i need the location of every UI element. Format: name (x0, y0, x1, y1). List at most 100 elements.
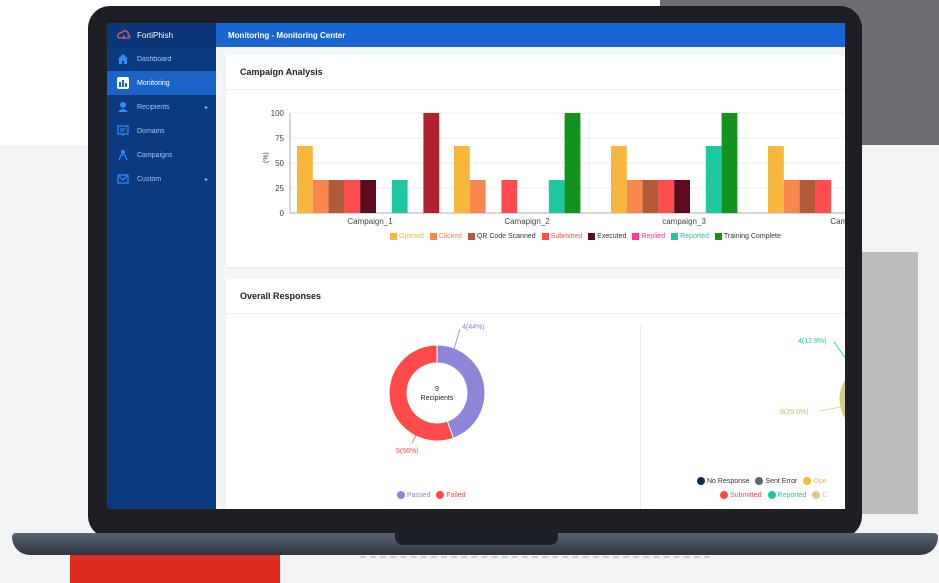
bar-qr-code-scanned-0 (328, 180, 345, 213)
x-tick-label: Campaign_1 (347, 217, 393, 226)
legend-item[interactable]: Executed (588, 233, 626, 240)
legend-item[interactable]: Training Complete (714, 233, 781, 240)
right-donut-legend-row1: No Response Sent Error Ope (697, 477, 827, 485)
sidebar-nav: Dashboard Monitoring Recipients ▸ Domains Cam… (107, 47, 216, 191)
y-tick-label: 100 (271, 109, 285, 118)
y-tick-label: 0 (280, 209, 285, 218)
bar-submitted-2 (658, 180, 675, 213)
legend-label: Ope (813, 477, 827, 485)
bar-reported-1 (548, 180, 565, 213)
bar-qr-code-scanned-2 (642, 180, 659, 213)
cloud-logo-icon (117, 30, 131, 39)
legend-dot (767, 491, 776, 499)
campaign-analysis-card: Campaign Analysis 0 25 50 75 100 (%) Campaign_… (226, 55, 845, 267)
bar-chart-icon (117, 77, 129, 89)
sidebar-item-custom[interactable]: Custom ▸ (107, 167, 216, 191)
label-leader-line (411, 434, 417, 444)
bar-clicked-1 (469, 180, 486, 213)
legend-dot (812, 491, 821, 499)
legend-label: No Response (707, 477, 750, 485)
x-tick-label: campaign_3 (662, 217, 706, 226)
bar-opened-2 (611, 146, 627, 213)
legend-item[interactable]: Submitted (720, 491, 762, 499)
label-leader-line (833, 341, 845, 359)
laptop-screen: FortiPhish Dashboard Monitoring Recipients… (107, 23, 845, 509)
bar-training-complete-2 (721, 113, 738, 213)
slice-label-c: 9(29.0%) (780, 409, 808, 416)
legend-label: Reported (680, 233, 709, 240)
campaign-icon (117, 149, 129, 161)
legend-item[interactable]: No Response (697, 477, 749, 485)
legend-item[interactable]: Reported (767, 491, 806, 499)
sidebar-item-label: Custom (137, 175, 162, 183)
legend-swatch (588, 233, 596, 240)
right-donut-legend-row2: Submitted Reported C (720, 491, 827, 499)
bar-submitted-0 (344, 180, 361, 213)
sidebar-item-label: Monitoring (137, 79, 170, 87)
bar-submitted-3 (815, 180, 832, 213)
bar-reported-0 (391, 180, 408, 213)
sidebar-item-domains[interactable]: Domains (107, 119, 216, 143)
legend-dot (720, 491, 728, 499)
legend-swatch (671, 233, 679, 240)
legend-label: Submitted (550, 233, 583, 240)
legend-item[interactable]: Sent Error (755, 477, 797, 485)
y-axis-label: (%) (263, 152, 270, 163)
legend-item[interactable]: Clicked (429, 233, 462, 240)
legend-label: Submitted (730, 491, 762, 499)
main-content: Campaign Analysis 0 25 50 75 100 (%) Campaign_… (216, 47, 845, 509)
sidebar-item-monitoring[interactable]: Monitoring (107, 71, 216, 95)
legend-label: Opened (399, 233, 424, 240)
page-breadcrumb: Monitoring - Monitoring Center (216, 23, 845, 47)
sidebar-item-label: Campaigns (137, 151, 173, 159)
overall-responses-card: Overall Responses 9 Recipients 4(44%) 5(56%… (226, 279, 845, 509)
left-donut-legend: Passed Failed (397, 491, 465, 499)
legend-item[interactable]: Reported (671, 233, 709, 240)
x-tick-label: Camp (830, 217, 845, 226)
legend-item[interactable]: Ope (803, 477, 827, 485)
chevron-right-icon: ▸ (204, 104, 208, 111)
legend-item[interactable]: Submitted (541, 233, 583, 240)
legend-dot (397, 491, 405, 499)
slice-label-failed: 5(56%) (396, 448, 419, 455)
sidebar-item-recipients[interactable]: Recipients ▸ (107, 95, 216, 119)
legend-item[interactable]: Failed (436, 491, 465, 499)
sidebar-item-campaigns[interactable]: Campaigns (107, 143, 216, 167)
x-tick-label: Camapign_2 (504, 217, 550, 226)
sidebar-item-label: Recipients (137, 103, 170, 111)
legend-item[interactable]: Opened (390, 233, 424, 240)
legend-dot (436, 491, 445, 499)
y-tick-label: 75 (275, 134, 284, 143)
mail-icon (117, 173, 129, 185)
legend-item[interactable]: C (812, 491, 827, 499)
chevron-right-icon: ▸ (204, 176, 208, 183)
label-leader-line (453, 328, 461, 350)
legend-item[interactable]: Passed (397, 491, 430, 499)
legend-label: Executed (597, 233, 627, 240)
brand[interactable]: FortiPhish (107, 23, 216, 47)
legend-item[interactable]: QR Code Scanned (467, 233, 536, 240)
legend-swatch (467, 233, 475, 240)
bar-executed-2 (674, 180, 690, 213)
bar-submitted-1 (501, 180, 518, 213)
sidebar-item-label: Domains (137, 127, 165, 135)
responses-donut: 4(12.9%) 9(29.0%) (780, 338, 845, 420)
sidebar-item-dashboard[interactable]: Dashboard (107, 47, 216, 71)
laptop-hinge-notch (395, 533, 558, 545)
label-leader-line (819, 406, 841, 412)
bar-opened-0 (297, 146, 313, 213)
legend-item[interactable]: Replied (632, 233, 665, 240)
bar-reported-2 (705, 146, 722, 213)
legend-dot (697, 477, 705, 485)
y-tick-label: 25 (275, 184, 284, 193)
bar-executed-0 (360, 180, 376, 213)
home-icon (117, 53, 129, 65)
sidebar: FortiPhish Dashboard Monitoring Recipients… (107, 23, 216, 509)
campaign-bar-chart: 0 25 50 75 100 (%) Campaign_1 Camapign_2 campaig… (263, 109, 845, 226)
legend-label: QR Code Scanned (476, 233, 536, 240)
bar-unlabeled-0 (423, 113, 440, 213)
legend-label: Replied (641, 233, 666, 240)
legend-label: C (822, 491, 828, 499)
user-icon (117, 101, 129, 113)
donut-slice-c (838, 379, 845, 420)
